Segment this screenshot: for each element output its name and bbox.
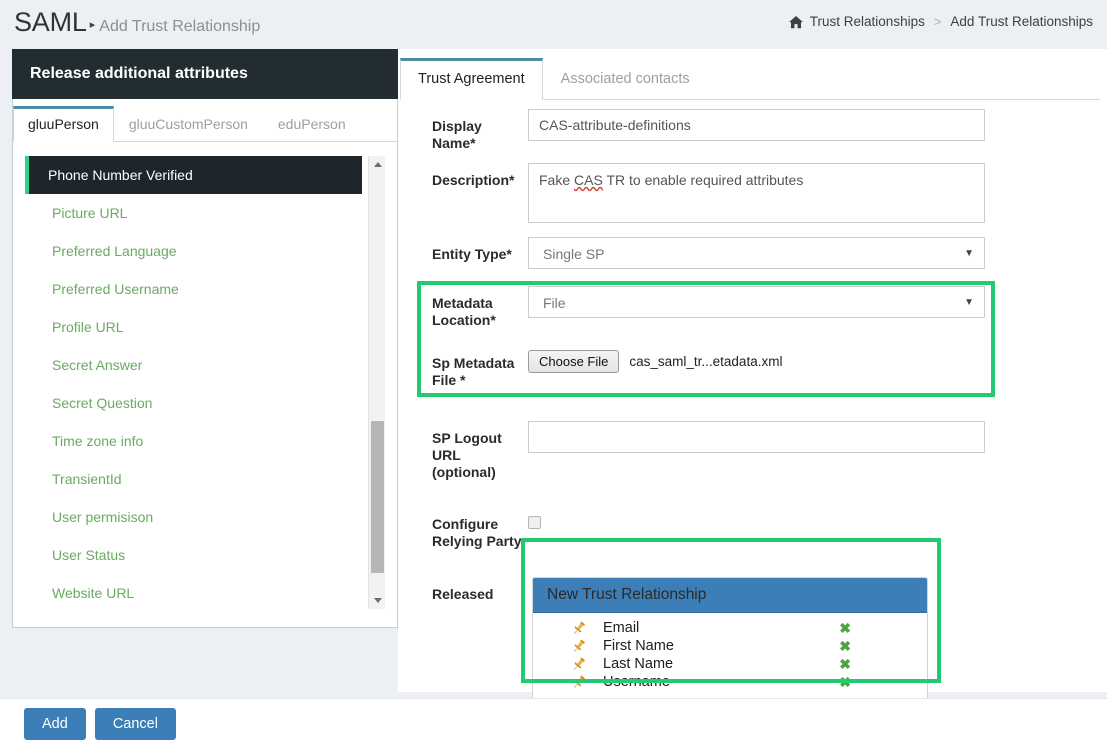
entity-type-label: Entity Type* xyxy=(398,237,528,263)
tab-associated-contacts[interactable]: Associated contacts xyxy=(543,58,708,100)
metadata-location-value: File xyxy=(543,295,566,311)
sp-logout-url-label: SP Logout URL (optional) xyxy=(398,421,528,481)
breadcrumb-current: Add Trust Relationships xyxy=(950,14,1093,29)
form-row-sp-metadata-file: Sp Metadata File * Choose File cas_saml_… xyxy=(398,346,1107,389)
sp-logout-url-input[interactable] xyxy=(528,421,985,453)
scroll-up-icon[interactable] xyxy=(369,156,385,173)
list-item[interactable]: Secret Answer xyxy=(25,346,362,384)
pin-icon xyxy=(571,620,587,636)
list-item[interactable]: Picture URL xyxy=(25,194,362,232)
form-row-configure-relying-party: Configure Relying Party xyxy=(398,507,1107,550)
pin-icon xyxy=(571,656,587,672)
scroll-down-icon[interactable] xyxy=(369,592,385,609)
entity-type-value: Single SP xyxy=(543,246,604,262)
chevron-down-icon: ▼ xyxy=(964,238,974,270)
remove-icon[interactable]: ✖ xyxy=(839,638,851,655)
tab-gluucustomperson[interactable]: gluuCustomPerson xyxy=(114,106,263,142)
list-item[interactable]: Preferred Username xyxy=(25,270,362,308)
list-item[interactable]: User Status xyxy=(25,536,362,574)
cancel-button[interactable]: Cancel xyxy=(95,708,176,740)
scrollbar-thumb[interactable] xyxy=(371,421,384,573)
chevron-down-icon: ▼ xyxy=(964,287,974,319)
configure-relying-party-label: Configure Relying Party xyxy=(398,507,528,550)
released-item-name: First Name xyxy=(603,638,839,654)
home-icon xyxy=(789,16,803,29)
list-item[interactable]: Phone Number Verified xyxy=(25,156,362,194)
list-item[interactable]: Preferred Language xyxy=(25,232,362,270)
released-attribute-list: Email ✖ First Name ✖ xyxy=(533,613,927,700)
configure-relying-party-checkbox[interactable] xyxy=(528,516,541,529)
released-item-name: Email xyxy=(603,620,839,636)
page-title: SAML ▸ Add Trust Relationship xyxy=(14,7,260,38)
list-item[interactable]: Website URL xyxy=(25,574,362,609)
released-attributes-box: New Trust Relationship Email ✖ xyxy=(532,577,928,701)
list-item[interactable]: Username ✖ xyxy=(533,673,927,691)
display-name-input[interactable] xyxy=(528,109,985,141)
form-row-released: Released New Trust Relationship Email ✖ xyxy=(398,577,1107,701)
release-attributes-header: Release additional attributes xyxy=(12,49,398,99)
chevron-right-icon: ▸ xyxy=(90,18,96,31)
description-suffix: TR to enable required attributes xyxy=(603,172,804,188)
form-row-entity-type: Entity Type* Single SP ▼ xyxy=(398,237,1107,269)
description-label: Description* xyxy=(398,163,528,189)
add-button[interactable]: Add xyxy=(24,708,86,740)
breadcrumb-separator: > xyxy=(934,14,942,29)
attribute-schema-tabs: gluuPerson gluuCustomPerson eduPerson xyxy=(13,105,397,142)
remove-icon[interactable]: ✖ xyxy=(839,620,851,637)
list-item[interactable]: TransientId xyxy=(25,460,362,498)
attribute-list: Phone Number Verified Picture URL Prefer… xyxy=(25,156,362,609)
page-title-sub: Add Trust Relationship xyxy=(99,18,260,36)
display-name-label: Display Name* xyxy=(398,109,528,152)
released-box-title: New Trust Relationship xyxy=(533,578,927,613)
tab-gluuperson[interactable]: gluuPerson xyxy=(13,106,114,142)
pin-icon xyxy=(571,638,587,654)
list-item[interactable]: Time zone info xyxy=(25,422,362,460)
form-row-sp-logout-url: SP Logout URL (optional) xyxy=(398,421,1107,481)
form-footer: Add Cancel xyxy=(0,698,1107,751)
remove-icon[interactable]: ✖ xyxy=(839,656,851,673)
list-item[interactable]: Email ✖ xyxy=(533,619,927,637)
tab-trust-agreement[interactable]: Trust Agreement xyxy=(400,58,543,100)
trust-agreement-form: Display Name* Description* Fake CAS TR t… xyxy=(398,103,1107,701)
released-item-name: Last Name xyxy=(603,656,839,672)
description-textarea[interactable]: Fake CAS TR to enable required attribute… xyxy=(528,163,985,223)
form-row-display-name: Display Name* xyxy=(398,109,1107,152)
description-misspelled-word: CAS xyxy=(574,172,603,188)
metadata-location-label: Metadata Location* xyxy=(398,286,528,329)
remove-icon[interactable]: ✖ xyxy=(839,674,851,691)
breadcrumb: Trust Relationships > Add Trust Relation… xyxy=(789,14,1093,29)
top-bar: SAML ▸ Add Trust Relationship Trust Rela… xyxy=(0,0,1107,46)
page-root: SAML ▸ Add Trust Relationship Trust Rela… xyxy=(0,0,1107,751)
attribute-list-scrollbar[interactable] xyxy=(368,156,385,609)
list-item[interactable]: Last Name ✖ xyxy=(533,655,927,673)
tab-eduperson[interactable]: eduPerson xyxy=(263,106,361,142)
released-label: Released xyxy=(398,577,528,603)
attribute-list-container: Phone Number Verified Picture URL Prefer… xyxy=(25,156,385,609)
form-row-description: Description* Fake CAS TR to enable requi… xyxy=(398,163,1107,223)
description-prefix: Fake xyxy=(539,172,574,188)
selected-file-name: cas_saml_tr...etadata.xml xyxy=(629,354,782,369)
breadcrumb-link-trust-relationships[interactable]: Trust Relationships xyxy=(810,14,925,29)
metadata-location-select[interactable]: File ▼ xyxy=(528,286,985,318)
list-item[interactable]: User permisison xyxy=(25,498,362,536)
trust-relationship-tabs: Trust Agreement Associated contacts xyxy=(400,55,1100,100)
sp-metadata-file-label: Sp Metadata File * xyxy=(398,346,528,389)
list-item[interactable]: Secret Question xyxy=(25,384,362,422)
form-row-metadata-location: Metadata Location* File ▼ xyxy=(398,286,1107,329)
released-item-name: Username xyxy=(603,674,839,690)
list-item[interactable]: Profile URL xyxy=(25,308,362,346)
entity-type-select[interactable]: Single SP ▼ xyxy=(528,237,985,269)
list-item[interactable]: First Name ✖ xyxy=(533,637,927,655)
page-title-main: SAML xyxy=(14,7,87,38)
choose-file-button[interactable]: Choose File xyxy=(528,350,619,373)
pin-icon xyxy=(571,674,587,690)
